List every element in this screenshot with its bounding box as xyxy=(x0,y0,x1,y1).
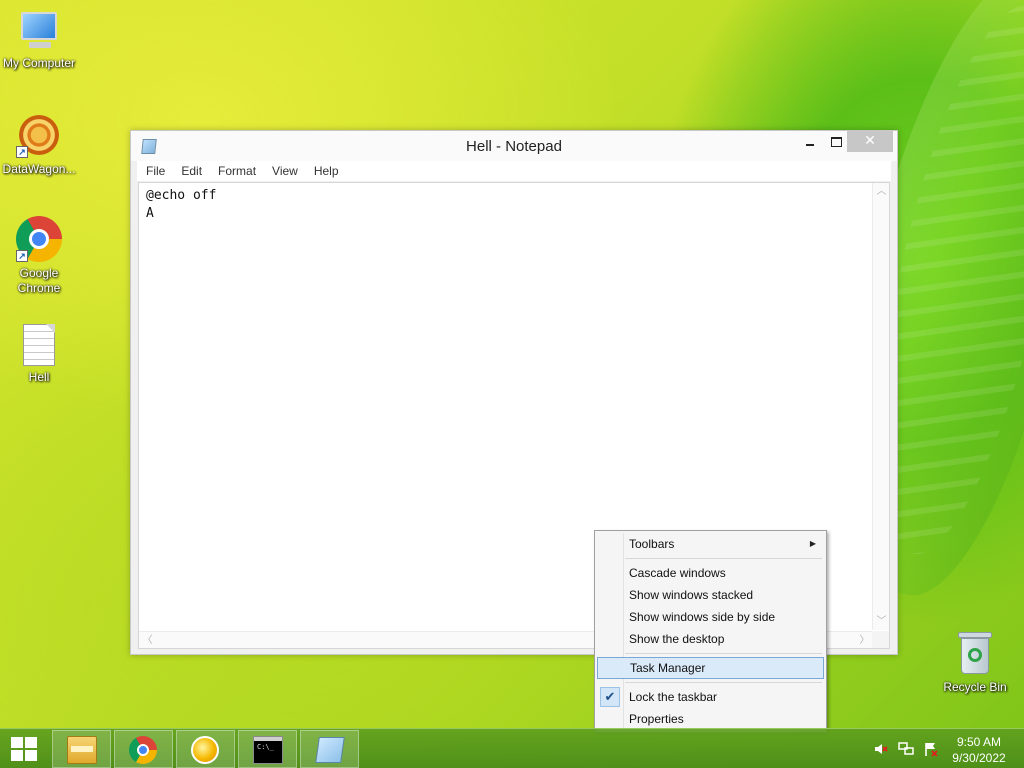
menu-item-cascade-windows[interactable]: Cascade windows xyxy=(597,562,824,584)
desktop-icon-label: Hell xyxy=(28,370,50,384)
menu-item-show-the-desktop[interactable]: Show the desktop xyxy=(597,628,824,650)
scroll-right-icon[interactable]: 〉 xyxy=(856,632,873,649)
volume-muted-icon[interactable] xyxy=(873,741,889,757)
window-title: Hell - Notepad xyxy=(466,138,562,155)
taskbar-context-menu: Toolbars ▶ Cascade windows Show windows … xyxy=(594,530,827,733)
start-button[interactable] xyxy=(0,729,48,768)
clock-time: 9:50 AM xyxy=(956,735,1002,749)
menu-edit[interactable]: Edit xyxy=(173,161,210,181)
menu-item-toolbars[interactable]: Toolbars ▶ xyxy=(597,533,824,555)
menu-item-show-windows-side-by-side[interactable]: Show windows side by side xyxy=(597,606,824,628)
taskbar-clock[interactable]: 9:50 AM 9/30/2022 xyxy=(946,734,1012,766)
menu-item-properties[interactable]: Properties xyxy=(597,708,824,730)
taskbar-chrome[interactable] xyxy=(114,730,173,768)
vertical-scrollbar[interactable]: ︿ ﹀ xyxy=(872,183,889,630)
desktop-icon-label: DataWagon... xyxy=(2,162,76,176)
menu-bar: File Edit Format View Help xyxy=(137,161,891,181)
desktop-icon-label: My Computer xyxy=(2,56,76,70)
shortcut-arrow-icon: ↗ xyxy=(16,250,28,262)
editor-content[interactable]: @echo off A xyxy=(146,187,216,223)
resize-grip[interactable] xyxy=(872,631,889,648)
notepad-icon xyxy=(315,737,345,763)
windows-logo-icon xyxy=(11,737,37,761)
cmd-icon-text: C:\_ xyxy=(257,743,274,751)
menu-view[interactable]: View xyxy=(264,161,306,181)
menu-item-label: Toolbars xyxy=(629,537,675,551)
desktop-icon-recycle-bin[interactable]: Recycle Bin xyxy=(937,632,1013,695)
menu-file[interactable]: File xyxy=(137,161,173,181)
taskbar-file-explorer[interactable] xyxy=(52,730,111,768)
title-bar[interactable]: Hell - Notepad ✕ xyxy=(131,131,897,161)
desktop-icon-label: Google Chrome xyxy=(17,266,61,295)
taskbar-command-prompt[interactable]: C:\_ xyxy=(238,730,297,768)
menu-item-lock-the-taskbar[interactable]: ✔ Lock the taskbar xyxy=(597,686,824,708)
taskbar-orange-app[interactable] xyxy=(176,730,235,768)
text-file-icon xyxy=(23,324,55,366)
desktop-icon-google-chrome[interactable]: ↗ Google Chrome xyxy=(1,216,77,296)
maximize-button[interactable] xyxy=(823,131,849,152)
file-explorer-icon xyxy=(67,736,97,764)
desktop-icon-datawagon[interactable]: ↗ DataWagon... xyxy=(1,112,77,177)
desktop-icon-label: Recycle Bin xyxy=(943,680,1007,694)
chrome-icon xyxy=(129,736,157,764)
menu-separator xyxy=(625,682,822,683)
submenu-arrow-icon: ▶ xyxy=(809,539,816,548)
clock-date: 9/30/2022 xyxy=(952,751,1006,765)
recycle-bin-icon xyxy=(956,632,994,676)
desktop-icon-my-computer[interactable]: My Computer xyxy=(1,12,77,71)
checkmark-icon: ✔ xyxy=(600,687,620,707)
menu-item-task-manager[interactable]: Task Manager xyxy=(597,657,824,679)
menu-separator xyxy=(625,558,822,559)
menu-separator xyxy=(625,653,822,654)
computer-icon xyxy=(17,12,61,52)
menu-help[interactable]: Help xyxy=(306,161,347,181)
close-button[interactable]: ✕ xyxy=(847,131,893,152)
desktop-icon-hell[interactable]: Hell xyxy=(1,324,77,385)
action-center-icon[interactable] xyxy=(923,741,939,757)
command-prompt-icon: C:\_ xyxy=(253,736,283,764)
shortcut-arrow-icon: ↗ xyxy=(16,146,28,158)
menu-item-label: Lock the taskbar xyxy=(629,690,718,704)
minimize-button[interactable] xyxy=(797,131,823,152)
datawagon-icon: ↗ xyxy=(16,112,62,158)
menu-format[interactable]: Format xyxy=(210,161,264,181)
menu-item-show-windows-stacked[interactable]: Show windows stacked xyxy=(597,584,824,606)
taskbar[interactable]: C:\_ 9:50 AM 9/30/2022 xyxy=(0,728,1024,768)
scroll-up-icon[interactable]: ︿ xyxy=(873,183,890,200)
scroll-left-icon[interactable]: 〈 xyxy=(139,632,156,649)
chrome-icon: ↗ xyxy=(16,216,62,262)
network-icon[interactable] xyxy=(898,741,914,757)
taskbar-notepad[interactable] xyxy=(300,730,359,768)
scroll-down-icon[interactable]: ﹀ xyxy=(873,613,890,630)
orange-app-icon xyxy=(191,736,219,764)
